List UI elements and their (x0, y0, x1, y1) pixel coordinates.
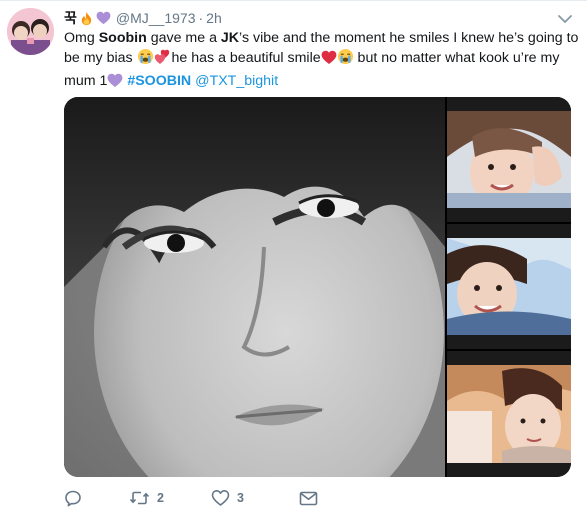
hashtag-link[interactable]: #SOOBIN (127, 73, 191, 89)
tweet-text: Omg Soobin gave me a JK’s vibe and the m… (64, 28, 579, 94)
chevron-down-icon[interactable] (556, 12, 574, 26)
thumbnail-photo-3[interactable] (447, 351, 571, 477)
crying-face-icon (337, 48, 354, 71)
thumbnail-photo-1[interactable] (447, 97, 571, 222)
retweet-count: 2 (157, 491, 164, 505)
mention-bold-soobin: Soobin (98, 30, 147, 46)
reply-icon (64, 489, 82, 507)
reply-button[interactable] (64, 488, 129, 508)
separator-dot: · (198, 10, 204, 26)
display-name[interactable]: 꾹 (64, 8, 77, 28)
crying-face-icon (137, 48, 154, 71)
purple-heart-icon (96, 11, 111, 25)
user-handle[interactable]: @MJ__1973 (116, 10, 196, 26)
mention-link[interactable]: @TXT_bighit (195, 73, 278, 89)
fire-icon (79, 11, 94, 26)
like-count: 3 (237, 491, 244, 505)
thumbnail-photo-2[interactable] (447, 224, 571, 349)
tweet-actions: 2 3 (64, 487, 318, 509)
top-divider (0, 0, 587, 1)
two-hearts-icon (154, 48, 172, 71)
direct-message-button[interactable] (299, 488, 318, 508)
tweet-header: 꾹 @MJ__1973 · 2h (64, 9, 222, 27)
envelope-icon (299, 491, 318, 506)
main-photo[interactable] (64, 97, 445, 477)
purple-heart-icon (107, 73, 123, 94)
mention-bold-jk: JK (220, 30, 240, 46)
retweet-button[interactable]: 2 (129, 488, 211, 508)
avatar[interactable] (7, 8, 54, 55)
red-heart-icon (321, 50, 337, 71)
timestamp[interactable]: 2h (206, 10, 222, 26)
heart-icon (211, 489, 230, 507)
like-button[interactable]: 3 (211, 488, 299, 508)
retweet-icon (129, 489, 150, 507)
media-grid (64, 97, 571, 477)
